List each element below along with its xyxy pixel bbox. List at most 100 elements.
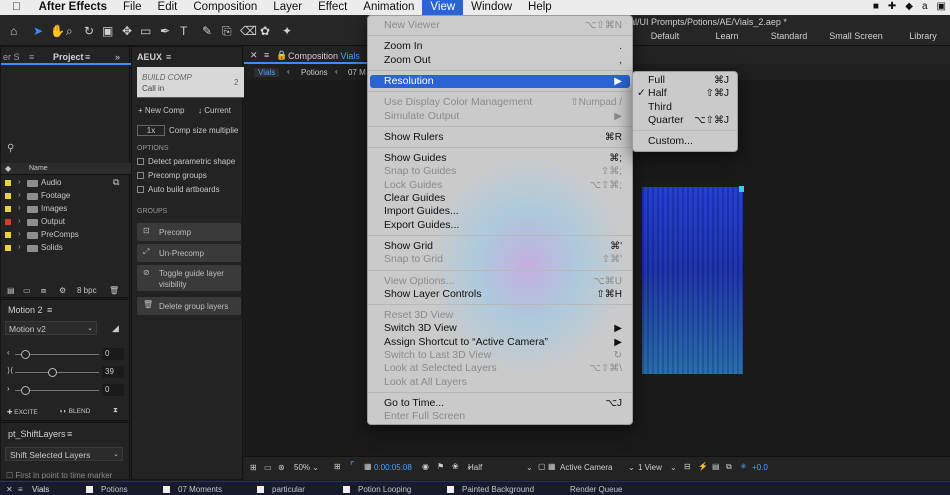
new-comp-button[interactable]: + New Comp xyxy=(138,106,184,115)
timeline-icon[interactable]: ▤ xyxy=(712,462,720,471)
workspace-default[interactable]: Default xyxy=(640,31,690,41)
menu-item-show-layer-controls[interactable]: Show Layer Controls ⇧⌘H xyxy=(370,288,630,301)
breadcrumb-moments[interactable]: 07 M xyxy=(348,68,366,77)
slider-value[interactable]: 0 xyxy=(102,384,124,396)
list-item[interactable]: › Output xyxy=(1,216,131,229)
breadcrumb-potions[interactable]: Potions xyxy=(301,68,328,77)
option-row[interactable]: Auto build artboards xyxy=(137,185,220,194)
disclosure-icon[interactable]: › xyxy=(18,177,21,186)
disclosure-icon[interactable]: › xyxy=(18,203,21,212)
eraser-tool-icon[interactable]: ⌫ xyxy=(240,24,257,38)
close-icon[interactable]: ✕ xyxy=(6,485,13,494)
channel-icon[interactable]: ❀ xyxy=(452,462,459,471)
exposure-icon[interactable]: ✳ xyxy=(740,462,747,471)
type-tool-icon[interactable]: T xyxy=(180,24,187,38)
menu-item-go-to-time[interactable]: Go to Time... ⌥J xyxy=(370,397,630,410)
new-comp-icon[interactable]: ⧈ xyxy=(41,286,46,296)
menu-item-show-guides[interactable]: Show Guides ⌘; xyxy=(370,152,630,165)
timeline-tab[interactable]: 07 Moments xyxy=(163,485,222,494)
workspace-standard[interactable]: Standard xyxy=(764,31,814,41)
panel-menu-icon[interactable]: ≡ xyxy=(166,52,171,62)
roto-tool-icon[interactable]: ✿ xyxy=(260,24,270,38)
pen-tool-icon[interactable]: ✒ xyxy=(160,24,170,38)
home-icon[interactable]: ⌂ xyxy=(10,24,17,38)
list-item[interactable]: › Audio ⧉ xyxy=(1,177,131,190)
views-select[interactable]: 1 View ⌄ xyxy=(638,463,677,472)
app-icon[interactable]: ▣ xyxy=(937,1,946,12)
workspace-library[interactable]: Library xyxy=(898,31,948,41)
bpc-button[interactable]: 8 bpc xyxy=(77,286,97,295)
curve-icon[interactable]: ◢ xyxy=(112,323,119,334)
menu-item-import-guides[interactable]: Import Guides... xyxy=(370,205,630,218)
column-name[interactable]: Name xyxy=(29,165,48,172)
flowchart-icon[interactable]: ⧉ xyxy=(113,177,119,188)
unprecomp-button[interactable]: ⤢ Un-Precomp xyxy=(137,244,241,262)
shift-title[interactable]: pt_ShiftLayers xyxy=(8,429,66,439)
aeux-title[interactable]: AEUX xyxy=(137,52,162,62)
apple-icon[interactable]:  xyxy=(0,0,31,15)
resolution-full[interactable]: Full ⌘J xyxy=(633,74,737,87)
current-button[interactable]: ↓ Current xyxy=(198,106,231,115)
option-row[interactable]: Detect parametric shape xyxy=(137,157,235,166)
label-tag-icon[interactable]: ◆ xyxy=(5,164,11,173)
menu-item-show-grid[interactable]: Show Grid ⌘' xyxy=(370,240,630,253)
build-comp-button[interactable]: BUILD COMP 2 Call in xyxy=(137,67,245,97)
timeline-tab-render-queue[interactable]: Render Queue xyxy=(570,485,622,494)
slider-value[interactable]: 0 xyxy=(102,348,124,360)
disclosure-icon[interactable]: › xyxy=(18,216,21,225)
list-item[interactable]: › Images xyxy=(1,203,131,216)
layer-handle[interactable] xyxy=(739,186,744,192)
grid-icon[interactable]: ⊞ xyxy=(334,462,341,471)
search-icon[interactable]: ⚲ xyxy=(7,143,14,154)
clone-tool-icon[interactable]: ⎘ xyxy=(222,24,232,39)
panel-menu-icon[interactable]: ≡ xyxy=(29,52,34,62)
more-icon[interactable]: ⧗ xyxy=(113,407,118,415)
menu-item-assign-shortcut-to-active-camera[interactable]: Assign Shortcut to “Active Camera” ▶ xyxy=(370,336,630,349)
puppet-tool-icon[interactable]: ✦ xyxy=(282,24,292,38)
extension-icon[interactable]: ■ xyxy=(873,1,879,12)
panel-tab-stub[interactable]: er S xyxy=(3,52,20,62)
panel-menu-icon[interactable]: ≡ xyxy=(47,305,52,315)
disclosure-icon[interactable]: › xyxy=(18,242,21,251)
menu-item-resolution[interactable]: Resolution ▶ xyxy=(370,74,630,88)
dropbox-icon[interactable]: ◆ xyxy=(905,1,913,12)
menu-layer[interactable]: Layer xyxy=(265,0,310,15)
list-item[interactable]: › Solids xyxy=(1,242,131,255)
workspace-small-screen[interactable]: Small Screen xyxy=(826,31,886,41)
region-interest-icon[interactable]: ▢ xyxy=(538,462,546,471)
timeline-tab[interactable]: particular xyxy=(257,485,305,494)
slider-handle[interactable] xyxy=(21,350,30,359)
menu-item-zoom-out[interactable]: Zoom Out, xyxy=(370,54,630,67)
selection-tool-icon[interactable]: ➤ xyxy=(33,24,43,38)
resolution-half[interactable]: ✓ Half ⇧⌘J xyxy=(633,87,737,100)
camera-select[interactable]: Active Camera ⌄ xyxy=(560,463,635,472)
app-menu[interactable]: After Effects xyxy=(31,0,115,15)
transparency-grid-icon[interactable]: ▦ xyxy=(548,462,556,471)
menu-item-switch-3d-view[interactable]: Switch 3D View ▶ xyxy=(370,322,630,335)
toggle-pixel-icon[interactable]: ⊟ xyxy=(684,462,691,471)
menu-edit[interactable]: Edit xyxy=(150,0,186,15)
slider-handle[interactable] xyxy=(48,368,57,377)
expand-panel-icon[interactable]: » xyxy=(115,52,120,62)
precomp-button[interactable]: ⊡ Precomp xyxy=(137,223,241,241)
trash-icon[interactable]: 🗑 xyxy=(109,286,119,295)
monitor-icon[interactable]: ▭ xyxy=(264,463,272,472)
disclosure-icon[interactable]: › xyxy=(18,229,21,238)
menu-window[interactable]: Window xyxy=(463,0,520,15)
menu-effect[interactable]: Effect xyxy=(310,0,355,15)
slider-value[interactable]: 39 xyxy=(102,366,124,378)
exposure-value[interactable]: +0.0 xyxy=(752,463,768,472)
fast-preview-icon[interactable]: ⚡ xyxy=(698,462,708,471)
panel-menu-icon[interactable]: ≡ xyxy=(264,50,269,60)
menu-item-show-rulers[interactable]: Show Rulers ⌘R xyxy=(370,131,630,144)
plus-icon[interactable]: ✚ xyxy=(888,1,896,12)
checkbox-icon[interactable] xyxy=(137,172,144,179)
mask-visibility-icon[interactable]: ⊛ xyxy=(278,463,285,472)
workspace-learn[interactable]: Learn xyxy=(702,31,752,41)
checkbox-icon[interactable] xyxy=(137,186,144,193)
menu-view[interactable]: View xyxy=(422,0,464,15)
checkbox-icon[interactable] xyxy=(137,158,144,165)
mask-tool-icon[interactable]: ▭ xyxy=(140,24,151,38)
menu-composition[interactable]: Composition xyxy=(185,0,265,15)
timecode[interactable]: 0:00:05:08 xyxy=(374,463,412,472)
